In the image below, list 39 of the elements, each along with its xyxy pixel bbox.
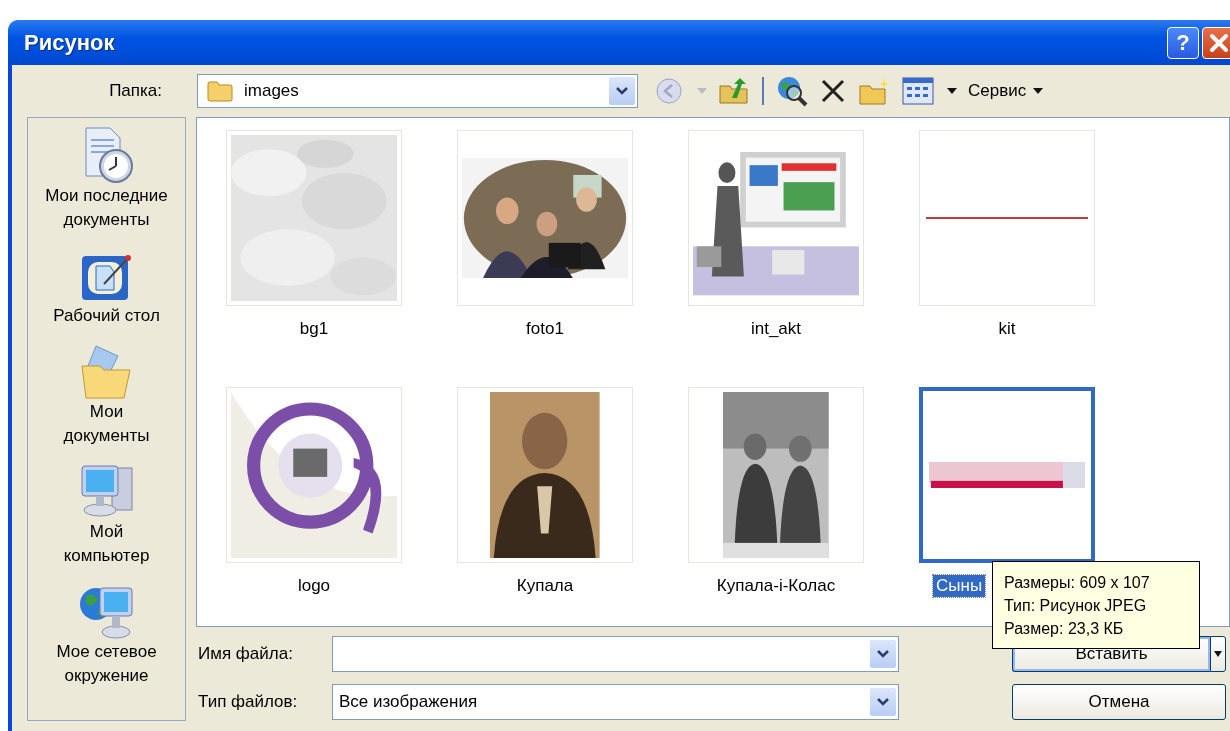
insert-options-button[interactable] (1210, 636, 1226, 672)
places-item[interactable]: Мое сетевое окружение (31, 580, 182, 690)
file-thumbnail[interactable] (919, 387, 1095, 563)
file-name[interactable]: kit (995, 318, 1019, 340)
file-type-label: Тип файлов: (197, 692, 299, 712)
file-name-label: Имя файла: (197, 644, 294, 664)
delete-icon[interactable] (820, 78, 846, 104)
folder-label: Папка: (108, 81, 162, 101)
file-name[interactable]: int_akt (747, 318, 805, 340)
close-button[interactable] (1202, 26, 1230, 59)
places-item[interactable]: Мои последние документы (31, 124, 182, 234)
file-name[interactable]: Купала (513, 575, 577, 597)
places-item[interactable]: Мои документы (31, 340, 182, 450)
places-item[interactable]: Рабочий стол (31, 244, 182, 330)
views-icon[interactable] (902, 77, 934, 105)
file-name[interactable]: bg1 (296, 318, 332, 340)
file-type-field[interactable]: Все изображения (332, 684, 899, 720)
tooltip-line: Размер: 23,3 КБ (1004, 618, 1124, 639)
globe-search-icon[interactable] (776, 75, 808, 107)
folder-value: images (244, 81, 300, 101)
folder-combo[interactable]: images (197, 74, 638, 108)
service-menu[interactable]: Сервис (968, 81, 1045, 101)
file-name-field[interactable] (332, 636, 899, 672)
window-title: Рисунок (24, 29, 116, 56)
file-type-value: Все изображения (339, 692, 479, 712)
caret-icon (1214, 651, 1222, 657)
caret-icon[interactable] (946, 87, 958, 95)
folder-icon (206, 79, 234, 103)
caret-icon (1032, 87, 1045, 95)
tooltip-line: Размеры: 609 x 107 (1004, 572, 1150, 593)
up-folder-icon[interactable] (718, 76, 750, 106)
file-name[interactable]: Сыны (933, 575, 986, 597)
places-item[interactable]: Мой компьютер (31, 460, 182, 570)
cancel-button[interactable]: Отмена (1012, 684, 1226, 720)
file-name[interactable]: logo (294, 575, 334, 597)
file-name[interactable]: Купала-і-Колас (713, 575, 839, 597)
tooltip-line: Тип: Рисунок JPEG (1004, 595, 1147, 616)
help-button[interactable]: ? (1167, 26, 1199, 59)
file-name[interactable]: foto1 (523, 318, 567, 340)
